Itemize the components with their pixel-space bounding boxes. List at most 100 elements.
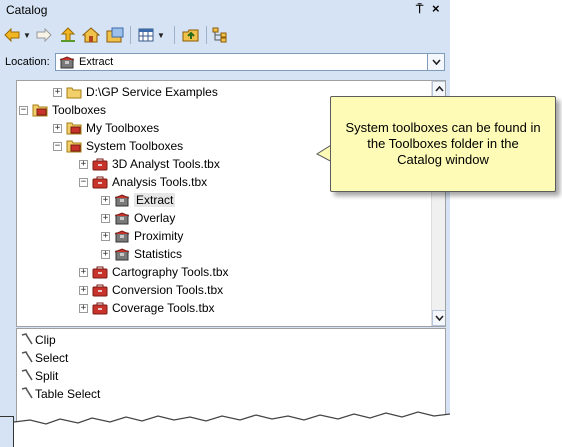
expand-icon[interactable]: +: [53, 123, 62, 133]
expand-icon[interactable]: +: [101, 249, 110, 259]
tree-item-label: Toolboxes: [52, 103, 107, 117]
location-input[interactable]: Extract: [55, 53, 429, 71]
tool-hammer-icon: [21, 368, 33, 384]
toolset-icon: [114, 247, 130, 261]
back-dropdown-icon[interactable]: ▼: [23, 31, 31, 40]
toolboxes-folder-icon: [66, 139, 82, 153]
tree-item-label: Coverage Tools.tbx: [112, 301, 215, 315]
toolboxes-folder-icon: [32, 103, 48, 117]
toolbox-icon: [92, 175, 108, 189]
tree-item[interactable]: − System Toolboxes: [53, 137, 183, 155]
toolboxes-folder-icon: [66, 121, 82, 135]
window-title: Catalog: [6, 3, 48, 17]
toolbox-icon: [92, 265, 108, 279]
connect-folder-button[interactable]: [182, 24, 200, 46]
expand-icon[interactable]: +: [79, 267, 88, 277]
view-options-icon: [138, 28, 154, 42]
tree-item-label: D:\GP Service Examples: [86, 85, 218, 99]
chevron-up-icon: [435, 85, 444, 94]
tree-item[interactable]: + Cartography Tools.tbx: [79, 263, 229, 281]
forward-button[interactable]: [36, 24, 52, 46]
toolset-icon: [114, 193, 130, 207]
tree-item[interactable]: + D:\GP Service Examples: [53, 83, 218, 101]
window-frame-fragment: [0, 416, 14, 447]
forward-icon: [36, 28, 52, 42]
tree-item-label: 3D Analyst Tools.tbx: [112, 157, 220, 171]
toolbar-separator: [130, 26, 131, 44]
location-label: Location:: [5, 56, 50, 68]
tool-list-item-label: Clip: [35, 333, 56, 347]
expand-icon[interactable]: +: [101, 231, 110, 241]
tree-item[interactable]: − Analysis Tools.tbx: [79, 173, 207, 191]
expand-icon[interactable]: +: [53, 87, 62, 97]
back-button[interactable]: ▼: [4, 24, 31, 46]
tree-item-label: Proximity: [134, 229, 184, 243]
toggle-contents-button[interactable]: [106, 24, 124, 46]
tree-item-label: Statistics: [134, 247, 183, 261]
callout-tooltip: System toolboxes can be found in the Too…: [330, 96, 556, 192]
toolbox-icon: [92, 283, 108, 297]
toggle-contents-icon: [106, 27, 124, 43]
home-button[interactable]: [82, 24, 100, 46]
tree-item-label: System Toolboxes: [86, 139, 184, 153]
connect-folder-icon: [182, 27, 200, 43]
tree-item[interactable]: +3D Analyst Tools.tbx: [79, 155, 220, 173]
tree-item-label: Cartography Tools.tbx: [112, 265, 229, 279]
close-icon[interactable]: ×: [432, 1, 440, 16]
chevron-down-icon: [431, 57, 441, 67]
chevron-down-icon: [435, 314, 444, 323]
location-bar: Location: Extract: [0, 50, 450, 76]
tree-item[interactable]: + Conversion Tools.tbx: [79, 281, 223, 299]
catalog-tree-icon: [212, 27, 228, 43]
toolbar-separator: [174, 26, 175, 44]
up-one-level-button[interactable]: [60, 24, 76, 46]
location-value: Extract: [79, 56, 114, 68]
callout-text: System toolboxes can be found in the Too…: [345, 120, 541, 167]
toolbar: ▼ ▼: [0, 21, 450, 49]
tree-item[interactable]: + My Toolboxes: [53, 119, 159, 137]
collapse-icon[interactable]: −: [19, 105, 28, 115]
catalog-window: Catalog ⍑ × ▼ ▼ Location: Extract + D:\G…: [0, 0, 450, 447]
tree-item[interactable]: + Proximity: [101, 227, 183, 245]
toolbar-separator: [206, 26, 207, 44]
tool-hammer-icon: [21, 332, 33, 348]
location-dropdown-button[interactable]: [427, 53, 445, 71]
tool-list-item[interactable]: Select: [21, 349, 68, 367]
tool-list-item[interactable]: Split: [21, 367, 58, 385]
pin-icon[interactable]: ⍑: [416, 2, 423, 17]
view-options-button[interactable]: ▼: [138, 24, 165, 46]
tree-item[interactable]: + Coverage Tools.tbx: [79, 299, 215, 317]
tree-item[interactable]: + Overlay: [101, 209, 175, 227]
expand-icon[interactable]: +: [79, 303, 88, 313]
toolset-icon: [114, 211, 130, 225]
tool-hammer-icon: [21, 350, 33, 366]
scroll-up-button[interactable]: [432, 81, 445, 97]
expand-icon[interactable]: +: [79, 285, 88, 295]
view-options-dropdown-icon[interactable]: ▼: [157, 31, 165, 40]
expand-icon[interactable]: +: [79, 159, 88, 169]
catalog-tree-button[interactable]: [212, 24, 228, 46]
up-one-level-icon: [60, 27, 76, 43]
tree-item[interactable]: − Toolboxes: [19, 101, 106, 119]
back-icon: [4, 28, 20, 42]
expand-icon[interactable]: +: [101, 213, 110, 223]
tree-item-label: My Toolboxes: [86, 121, 160, 135]
title-bar[interactable]: Catalog ⍑ ×: [0, 0, 450, 20]
tool-list-item-label: Split: [35, 369, 59, 383]
toolset-icon: [114, 229, 130, 243]
torn-edge: [13, 411, 450, 447]
tree-item-label: Overlay: [134, 211, 176, 225]
collapse-icon[interactable]: −: [79, 177, 88, 187]
tree-item[interactable]: + Extract: [101, 191, 176, 209]
tree-item-label: Analysis Tools.tbx: [112, 175, 208, 189]
toolbox-icon: [92, 301, 108, 315]
tree-item[interactable]: + Statistics: [101, 245, 182, 263]
toolbox-icon: [92, 157, 108, 171]
home-icon: [82, 27, 100, 43]
expand-icon[interactable]: +: [101, 195, 110, 205]
folder-icon: [66, 86, 82, 99]
tool-list-item[interactable]: Clip: [21, 331, 56, 349]
scroll-down-button[interactable]: [432, 310, 445, 326]
collapse-icon[interactable]: −: [53, 141, 62, 151]
tool-list-item-label: Select: [35, 351, 69, 365]
